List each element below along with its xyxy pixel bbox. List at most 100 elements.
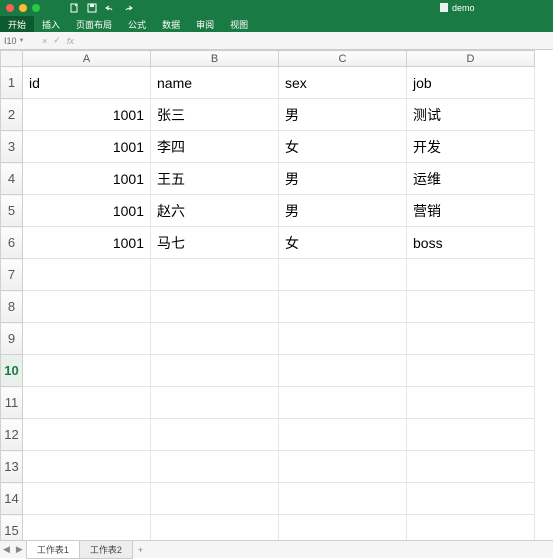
tab-nav-next-icon[interactable]: ▶ [13,544,26,555]
cell[interactable] [279,323,407,355]
cell[interactable]: 男 [279,163,407,195]
menu-review[interactable]: 审阅 [188,16,222,33]
row-header[interactable]: 13 [1,451,23,483]
row-header[interactable]: 3 [1,131,23,163]
cell[interactable] [151,323,279,355]
cell[interactable] [23,259,151,291]
cell[interactable]: 男 [279,99,407,131]
cell[interactable]: name [151,67,279,99]
row-header[interactable]: 7 [1,259,23,291]
cell[interactable] [151,291,279,323]
formula-confirm-button[interactable]: ✓ [53,35,61,46]
cell[interactable] [279,259,407,291]
cell[interactable]: 张三 [151,99,279,131]
add-sheet-button[interactable]: + [132,545,149,555]
sheet-tab-1[interactable]: 工作表1 [26,540,80,559]
col-header-A[interactable]: A [23,51,151,67]
row-header[interactable]: 9 [1,323,23,355]
row-header[interactable]: 2 [1,99,23,131]
col-header-B[interactable]: B [151,51,279,67]
menu-view[interactable]: 视图 [222,16,256,33]
row-header[interactable]: 10 [1,355,23,387]
cell[interactable] [151,355,279,387]
cell[interactable] [279,451,407,483]
cell[interactable] [23,451,151,483]
cell[interactable] [151,387,279,419]
row-header[interactable]: 1 [1,67,23,99]
cell[interactable] [23,355,151,387]
row-header[interactable]: 5 [1,195,23,227]
cell[interactable] [279,387,407,419]
cell[interactable] [151,419,279,451]
cell[interactable]: 1001 [23,131,151,163]
cell[interactable]: 测试 [407,99,535,131]
cell[interactable]: job [407,67,535,99]
cell[interactable]: 女 [279,227,407,259]
cell[interactable]: 男 [279,195,407,227]
row-header[interactable]: 11 [1,387,23,419]
row-header[interactable]: 8 [1,291,23,323]
cell[interactable]: 营销 [407,195,535,227]
cell[interactable] [151,259,279,291]
cell[interactable] [151,483,279,515]
cell[interactable]: 女 [279,131,407,163]
cell[interactable]: id [23,67,151,99]
cell[interactable] [407,515,535,541]
cell[interactable] [279,515,407,541]
undo-icon[interactable] [105,4,115,12]
cell[interactable] [407,387,535,419]
name-box[interactable]: I10 ▼ [0,36,38,46]
menu-insert[interactable]: 插入 [34,16,68,33]
cell[interactable]: 运维 [407,163,535,195]
cell[interactable] [23,387,151,419]
cell[interactable]: sex [279,67,407,99]
cell[interactable]: 1001 [23,227,151,259]
cell[interactable] [279,419,407,451]
cell[interactable]: 1001 [23,163,151,195]
cell[interactable] [407,419,535,451]
menu-page-layout[interactable]: 页面布局 [68,16,120,33]
save-icon[interactable] [87,3,97,13]
minimize-window-button[interactable] [19,4,27,12]
row-header[interactable]: 6 [1,227,23,259]
cell[interactable]: 1001 [23,99,151,131]
cell[interactable]: 李四 [151,131,279,163]
cell[interactable] [279,355,407,387]
chevron-down-icon[interactable]: ▼ [19,38,25,44]
cell[interactable]: boss [407,227,535,259]
close-window-button[interactable] [6,4,14,12]
formula-cancel-button[interactable]: × [42,36,47,46]
select-all-corner[interactable] [1,51,23,67]
spreadsheet-grid[interactable]: A B C D 1idnamesexjob21001张三男测试31001李四女开… [0,50,553,540]
cell[interactable] [279,291,407,323]
row-header[interactable]: 14 [1,483,23,515]
cell[interactable] [23,291,151,323]
cell[interactable]: 马七 [151,227,279,259]
fx-icon[interactable]: fx [67,36,74,46]
menu-data[interactable]: 数据 [154,16,188,33]
cell[interactable] [23,483,151,515]
tab-nav-prev-icon[interactable]: ◀ [0,544,13,555]
col-header-C[interactable]: C [279,51,407,67]
cell[interactable] [407,259,535,291]
cell[interactable]: 开发 [407,131,535,163]
cell[interactable]: 王五 [151,163,279,195]
menu-home[interactable]: 开始 [0,16,34,33]
cell[interactable] [279,483,407,515]
cell[interactable] [23,515,151,541]
new-file-icon[interactable] [70,3,79,13]
menu-formulas[interactable]: 公式 [120,16,154,33]
col-header-D[interactable]: D [407,51,535,67]
row-header[interactable]: 15 [1,515,23,541]
row-header[interactable]: 12 [1,419,23,451]
maximize-window-button[interactable] [32,4,40,12]
cell[interactable] [23,419,151,451]
cell[interactable] [407,291,535,323]
cell[interactable]: 1001 [23,195,151,227]
cell[interactable]: 赵六 [151,195,279,227]
cell[interactable] [23,323,151,355]
cell[interactable] [151,515,279,541]
row-header[interactable]: 4 [1,163,23,195]
redo-icon[interactable] [123,4,133,12]
cell[interactable] [407,323,535,355]
